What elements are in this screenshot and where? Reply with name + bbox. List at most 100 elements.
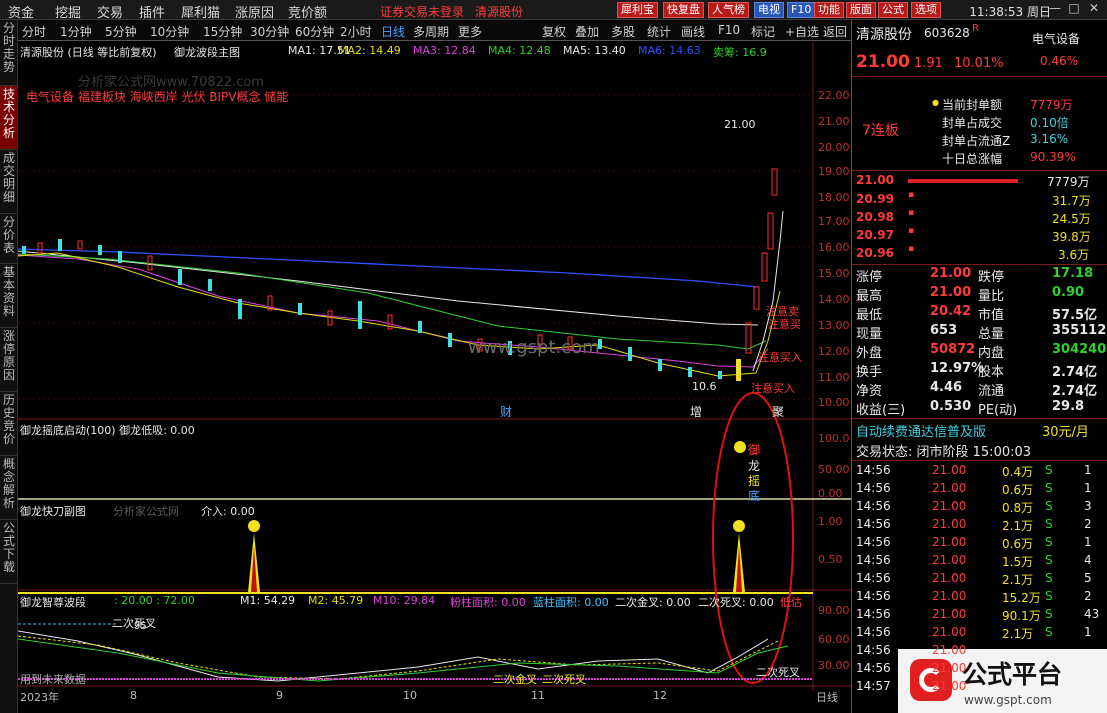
minimize-icon[interactable]: — (1048, 1, 1062, 17)
tool-draw-line[interactable]: 画线 (681, 23, 705, 40)
cross-annotation: 二次死叉 (112, 617, 156, 630)
tool-review-button[interactable]: 快复盘 (663, 2, 704, 18)
menu-auction[interactable]: 竞价额 (288, 2, 327, 21)
stat-label: 总量 (978, 327, 1005, 342)
tab-concept-analysis[interactable]: 概念解析 (0, 456, 18, 520)
sell-chip-value: 卖筹: 16.9 (713, 46, 767, 59)
period-multi[interactable]: 多周期 (413, 23, 449, 40)
tick-time: 14:57 (856, 679, 891, 693)
tab-basic-info[interactable]: 基本资料 (0, 264, 18, 328)
low-price-label: 10.6 (692, 380, 717, 393)
y-tick: 50.00 (818, 463, 850, 476)
panel3-title[interactable]: 御龙快刀副图 (20, 503, 86, 519)
bid-bar: ▪ (908, 226, 915, 236)
period-60min[interactable]: 60分钟 (295, 23, 334, 40)
period-daily[interactable]: 日线 (381, 23, 405, 40)
period-intraday[interactable]: 分时 (22, 23, 46, 40)
menu-trade[interactable]: 交易 (97, 2, 123, 21)
tick-time: 14:56 (856, 625, 891, 639)
tool-overlay[interactable]: 叠加 (575, 23, 599, 40)
stat-value: 21.00 (930, 266, 972, 281)
tool-back[interactable]: 返回 (823, 23, 847, 40)
tab-formula-download[interactable]: 公式下载 (0, 520, 18, 584)
tool-tv-button[interactable]: 电视 (754, 2, 784, 18)
gspt-badge[interactable]: 公式平台 www.gspt.com (898, 649, 1107, 713)
period-15min[interactable]: 15分钟 (203, 23, 242, 40)
stat-label: 市值 (978, 308, 1005, 323)
left-tab-bar: 分时走势 技术分析 成交明细 分价表 基本资料 涨停原因 历史竞价 概念解析 公… (0, 20, 18, 713)
seal-label: 当前封单额 (942, 98, 1003, 112)
tool-popularity-button[interactable]: 人气榜 (708, 2, 749, 18)
bid-volume: 39.8万 (1052, 230, 1091, 244)
period-2hour[interactable]: 2小时 (340, 23, 372, 40)
menu-funds[interactable]: 资金 (8, 2, 34, 21)
close-icon[interactable]: ✕ (1087, 1, 1101, 17)
panel4-range: : 20.00 : 72.00 (114, 594, 195, 607)
site-watermark: www.gspt.com (468, 337, 600, 358)
tool-add-watchlist[interactable]: +自选 (785, 23, 819, 40)
tool-formula-button[interactable]: 公式 (878, 2, 908, 18)
stat-value: 21.00 (930, 285, 972, 300)
menu-plugins[interactable]: 插件 (139, 2, 165, 21)
tool-adjust[interactable]: 复权 (542, 23, 566, 40)
stat-label: 涨停 (856, 270, 883, 285)
ma5-value: MA5: 13.40 (563, 44, 626, 57)
panel3-entry-value: 介入: 0.00 (201, 505, 255, 518)
last-price: 21.00 (856, 52, 910, 72)
chart-area[interactable]: 清源股份 (日线 等比前复权) 御龙波段主图 MA1: 17.51 MA2: 1… (18, 41, 851, 713)
period-30min[interactable]: 30分钟 (250, 23, 289, 40)
tick-time: 14:56 (856, 535, 891, 549)
signal-yu: 御 (748, 443, 761, 457)
tick-side: S (1045, 571, 1053, 585)
tool-mark[interactable]: 标记 (751, 23, 775, 40)
tab-auction-history[interactable]: 历史竞价 (0, 392, 18, 456)
tool-multi-stock[interactable]: 多股 (611, 23, 635, 40)
future-data-note: 用到未来数据 (20, 673, 86, 686)
menu-mining[interactable]: 挖掘 (55, 2, 81, 21)
period-10min[interactable]: 10分钟 (150, 23, 189, 40)
panel2-title[interactable]: 御龙摇底启动(100) 御龙低吸: 0.00 (20, 422, 195, 438)
panel3-watermark: 分析家公式网 (113, 505, 179, 518)
tool-options-button[interactable]: 选项 (911, 2, 941, 18)
main-indicator-name[interactable]: 御龙波段主图 (174, 44, 240, 60)
gspt-title: 公式平台 (962, 660, 1063, 689)
bid-volume: 24.5万 (1052, 212, 1091, 226)
tick-price: 21.00 (932, 589, 967, 603)
tick-volume: 1.5万 (1002, 555, 1034, 569)
undervalued-label: 低估 (780, 596, 802, 609)
panel4-title[interactable]: 御龙智尊波段 (20, 594, 86, 610)
tick-price: 21.00 (932, 553, 967, 567)
tab-limit-reason[interactable]: 涨停原因 (0, 328, 18, 392)
y-tick: 11.00 (818, 371, 850, 384)
y-tick: 21.00 (818, 115, 850, 128)
current-stock-label: 清源股份 (475, 5, 524, 19)
period-5min[interactable]: 5分钟 (105, 23, 137, 40)
promo-text[interactable]: 自动续费通达信普及版 (856, 421, 986, 440)
tool-statistics[interactable]: 统计 (647, 23, 671, 40)
tick-price: 21.00 (932, 571, 967, 585)
tab-intraday[interactable]: 分时走势 (0, 20, 18, 86)
stat-label: 收益(三) (856, 403, 906, 418)
promo-price[interactable]: 30元/月 (1042, 421, 1089, 440)
tool-f10-button[interactable]: F10 (787, 2, 816, 18)
tool-function-button[interactable]: 功能 (814, 2, 844, 18)
tab-technical-analysis[interactable]: 技术分析 (0, 86, 18, 150)
x-tick: 11 (531, 689, 545, 702)
tick-time: 14:56 (856, 607, 891, 621)
tab-trade-details[interactable]: 成交明细 (0, 150, 18, 214)
tick-side: S (1045, 499, 1053, 513)
sector-name[interactable]: 电气设备 (1032, 30, 1080, 47)
menu-xilimao[interactable]: 犀利猫 (181, 2, 220, 21)
menu-limit-reason[interactable]: 涨原因 (235, 2, 274, 21)
period-1min[interactable]: 1分钟 (60, 23, 92, 40)
tick-price: 21.00 (932, 463, 967, 477)
tool-layout-button[interactable]: 版面 (846, 2, 876, 18)
tool-xilibao-button[interactable]: 犀利宝 (617, 2, 658, 18)
maximize-icon[interactable]: □ (1067, 1, 1081, 17)
tool-f10[interactable]: F10 (718, 23, 740, 37)
tick-volume: 90.1万 (1002, 609, 1041, 623)
period-more[interactable]: 更多 (458, 23, 482, 40)
bid-volume: 31.7万 (1052, 194, 1091, 208)
event-financial: 财 (500, 405, 513, 419)
tab-price-table[interactable]: 分价表 (0, 214, 18, 264)
